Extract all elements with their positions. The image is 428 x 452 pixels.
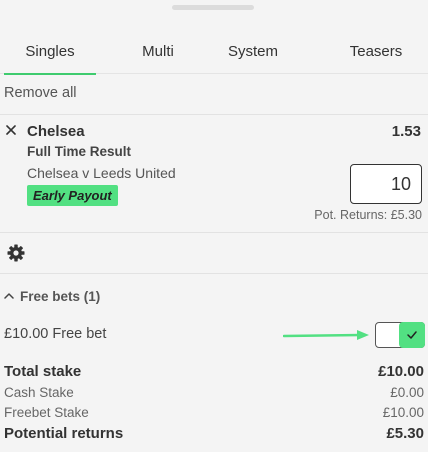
free-bets-toggle[interactable]: Free bets (1) [4,287,100,305]
tab-multi[interactable]: Multi [112,30,204,74]
divider [0,273,428,274]
freebet-stake-label: Freebet Stake [4,405,89,420]
freebet-stake-row: Freebet Stake £10.00 [4,405,424,420]
potential-returns-label: Potential returns [4,425,124,442]
cash-stake-label: Cash Stake [4,385,74,400]
close-icon[interactable] [4,123,18,137]
freebet-stake-value: £10.00 [382,405,424,420]
bet-type-tabs: Singles Multi System Teasers [0,30,428,75]
potential-returns-value: £5.30 [386,425,424,442]
drag-handle[interactable] [172,5,254,10]
tab-singles[interactable]: Singles [4,30,96,75]
potential-returns-row: Potential returns £5.30 [4,425,424,442]
remove-all-link[interactable]: Remove all [4,85,77,101]
free-bets-heading: Free bets (1) [20,288,101,304]
free-bet-label: £10.00 Free bet [4,326,107,342]
divider [0,232,428,233]
selection-name: Chelsea [27,123,85,140]
cash-stake-row: Cash Stake £0.00 [4,385,424,400]
tab-teasers[interactable]: Teasers [330,30,422,74]
gear-icon[interactable] [6,243,26,263]
event-name: Chelsea v Leeds United [27,165,176,181]
arrow-right-icon [283,330,369,340]
selection-odds: 1.53 [391,123,421,140]
check-icon [399,322,425,348]
cash-stake-value: £0.00 [390,385,424,400]
free-bet-toggle[interactable] [375,322,425,348]
potential-returns-text: Pot. Returns: £5.30 [314,208,422,222]
total-stake-row: Total stake £10.00 [4,363,424,380]
total-stake-value: £10.00 [378,363,424,380]
early-payout-badge: Early Payout [27,185,118,206]
total-stake-label: Total stake [4,363,82,380]
bet-slip-item: Chelsea 1.53 Full Time Result Chelsea v … [0,115,428,232]
market-name: Full Time Result [27,144,132,159]
chevron-up-icon [4,287,14,305]
tab-system[interactable]: System [207,30,299,74]
stake-input[interactable] [350,164,422,204]
